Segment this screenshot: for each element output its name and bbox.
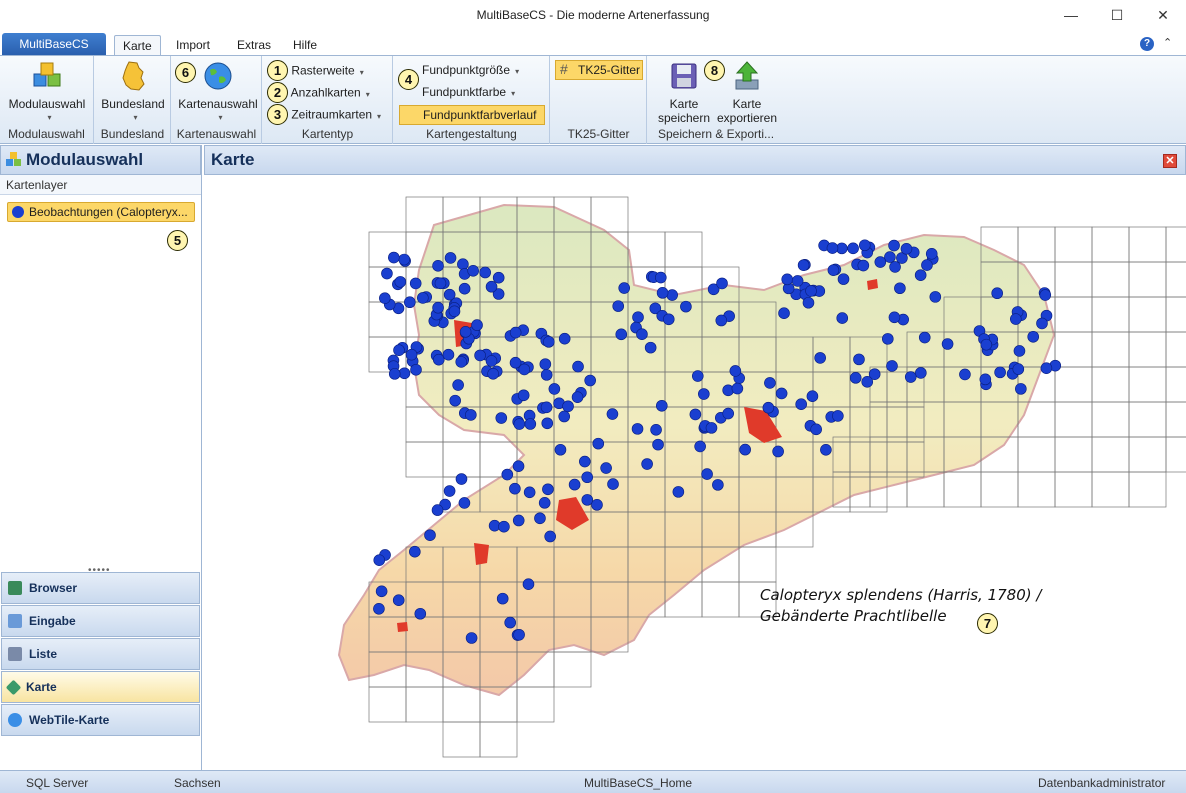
tab-extras[interactable]: Extras xyxy=(229,35,279,56)
kartenlayer-label: Kartenlayer xyxy=(0,175,201,195)
help-icon[interactable]: ? xyxy=(1140,37,1154,51)
fundpunktgroesse-button[interactable]: Fundpunktgröße ▾ xyxy=(422,60,519,80)
tk25-gitter-button[interactable]: # TK25-Gitter xyxy=(555,60,643,80)
layer-item[interactable]: Beobachtungen (Calopteryx... xyxy=(7,202,195,222)
bundesland-button[interactable]: Bundesland ▾ xyxy=(99,60,167,125)
input-icon xyxy=(8,614,22,628)
window-title: MultiBaseCS - Die moderne Artenerfassung xyxy=(476,8,710,22)
group-speichern: Karte speichern 8 Karte exportieren Spei… xyxy=(648,56,784,144)
caption-common-name: Gebänderte Prachtlibelle xyxy=(760,607,947,625)
tab-hilfe[interactable]: Hilfe xyxy=(285,35,325,56)
rasterweite-button[interactable]: 1 Rasterweite ▾ xyxy=(267,60,364,81)
modules-icon xyxy=(33,62,61,87)
karte-exportieren-button[interactable]: Karte exportieren xyxy=(714,60,780,125)
map-svg[interactable] xyxy=(204,175,1186,770)
anzahlkarten-button[interactable]: 2 Anzahlkarten ▾ xyxy=(267,82,370,103)
status-region: Sachsen xyxy=(174,776,221,790)
main-header: Karte ✕ xyxy=(204,145,1186,175)
group-kartengestaltung: 4 Fundpunktgröße ▾ Fundpunktfarbe ▾ Fundpu… xyxy=(394,56,550,144)
caption-latin-name: Calopteryx splendens (Harris, 1780) / xyxy=(760,586,1042,604)
ribbon-tabs: MultiBaseCS Karte Import Extras Hilfe ? … xyxy=(0,32,1186,56)
nav-webtile-karte[interactable]: WebTile-Karte xyxy=(1,704,200,736)
maximize-button[interactable]: ☐ xyxy=(1094,0,1140,30)
left-pane: Modulauswahl Kartenlayer Beobachtungen (… xyxy=(0,145,202,770)
nav-eingabe[interactable]: Eingabe xyxy=(1,605,200,637)
left-pane-header: Modulauswahl xyxy=(0,145,201,175)
layer-point-icon xyxy=(12,206,24,218)
browser-icon xyxy=(8,581,22,595)
tab-import[interactable]: Import xyxy=(168,35,218,56)
minimize-button[interactable]: — xyxy=(1048,0,1094,30)
map-canvas[interactable]: Calopteryx splendens (Harris, 1780) / Ge… xyxy=(204,175,1186,770)
status-database: MultiBaseCS_Home xyxy=(584,776,693,790)
species-caption: Calopteryx splendens (Harris, 1780) / Ge… xyxy=(760,585,1041,627)
group-bundesland: Bundesland ▾ Bundesland xyxy=(95,56,171,144)
close-map-button[interactable]: ✕ xyxy=(1163,154,1177,168)
zeitraumkarten-button[interactable]: 3 Zeitraumkarten ▾ xyxy=(267,104,381,125)
kartenauswahl-button[interactable]: Kartenauswahl ▾ xyxy=(176,60,260,125)
fundpunktfarbe-button[interactable]: Fundpunktfarbe ▾ xyxy=(422,82,515,102)
title-bar: MultiBaseCS - Die moderne Artenerfassung… xyxy=(0,0,1186,32)
status-user: Datenbankadministrator xyxy=(1038,776,1166,790)
webtile-globe-icon xyxy=(8,713,22,727)
grid-icon: # xyxy=(560,61,568,77)
nav-liste[interactable]: Liste xyxy=(1,638,200,670)
nav-karte[interactable]: Karte xyxy=(1,671,200,703)
modulauswahl-button[interactable]: Modulauswahl ▾ xyxy=(6,60,88,125)
map-icon xyxy=(5,679,22,695)
germany-map-icon xyxy=(122,61,145,91)
collapse-ribbon-icon[interactable]: ⌃ xyxy=(1163,36,1172,49)
status-server: SQL Server xyxy=(26,776,89,790)
ribbon: Modulauswahl ▾ Modulauswahl Bundesland ▾… xyxy=(0,55,1186,144)
callout-badge: 4 xyxy=(398,69,419,90)
app-menu-button[interactable]: MultiBaseCS xyxy=(2,33,106,55)
group-modulauswahl: Modulauswahl ▾ Modulauswahl xyxy=(0,56,94,144)
callout-badge: 7 xyxy=(977,613,998,634)
group-tk25: # TK25-Gitter TK25-Gitter xyxy=(551,56,647,144)
floppy-disk-icon xyxy=(671,63,697,89)
nav-browser[interactable]: Browser xyxy=(1,572,200,604)
status-bar: SQL Server Sachsen MultiBaseCS_Home Date… xyxy=(0,770,1186,793)
left-pane-title: Modulauswahl xyxy=(26,150,144,169)
list-icon xyxy=(8,647,22,661)
group-kartentyp: 1 Rasterweite ▾ 2 Anzahlkarten ▾ 3 Zeitrau… xyxy=(263,56,393,144)
main-title: Karte xyxy=(211,150,255,169)
group-kartenauswahl: 6 Kartenauswahl ▾ Kartenauswahl xyxy=(172,56,262,144)
modules-icon xyxy=(6,152,21,166)
export-arrow-icon xyxy=(735,61,759,90)
close-button[interactable]: ✕ xyxy=(1140,0,1186,30)
fundpunktfarbverlauf-button[interactable]: Fundpunktfarbverlauf xyxy=(399,105,545,125)
globe-icon xyxy=(204,62,232,90)
callout-badge: 5 xyxy=(167,230,188,251)
tab-karte[interactable]: Karte xyxy=(114,35,161,56)
